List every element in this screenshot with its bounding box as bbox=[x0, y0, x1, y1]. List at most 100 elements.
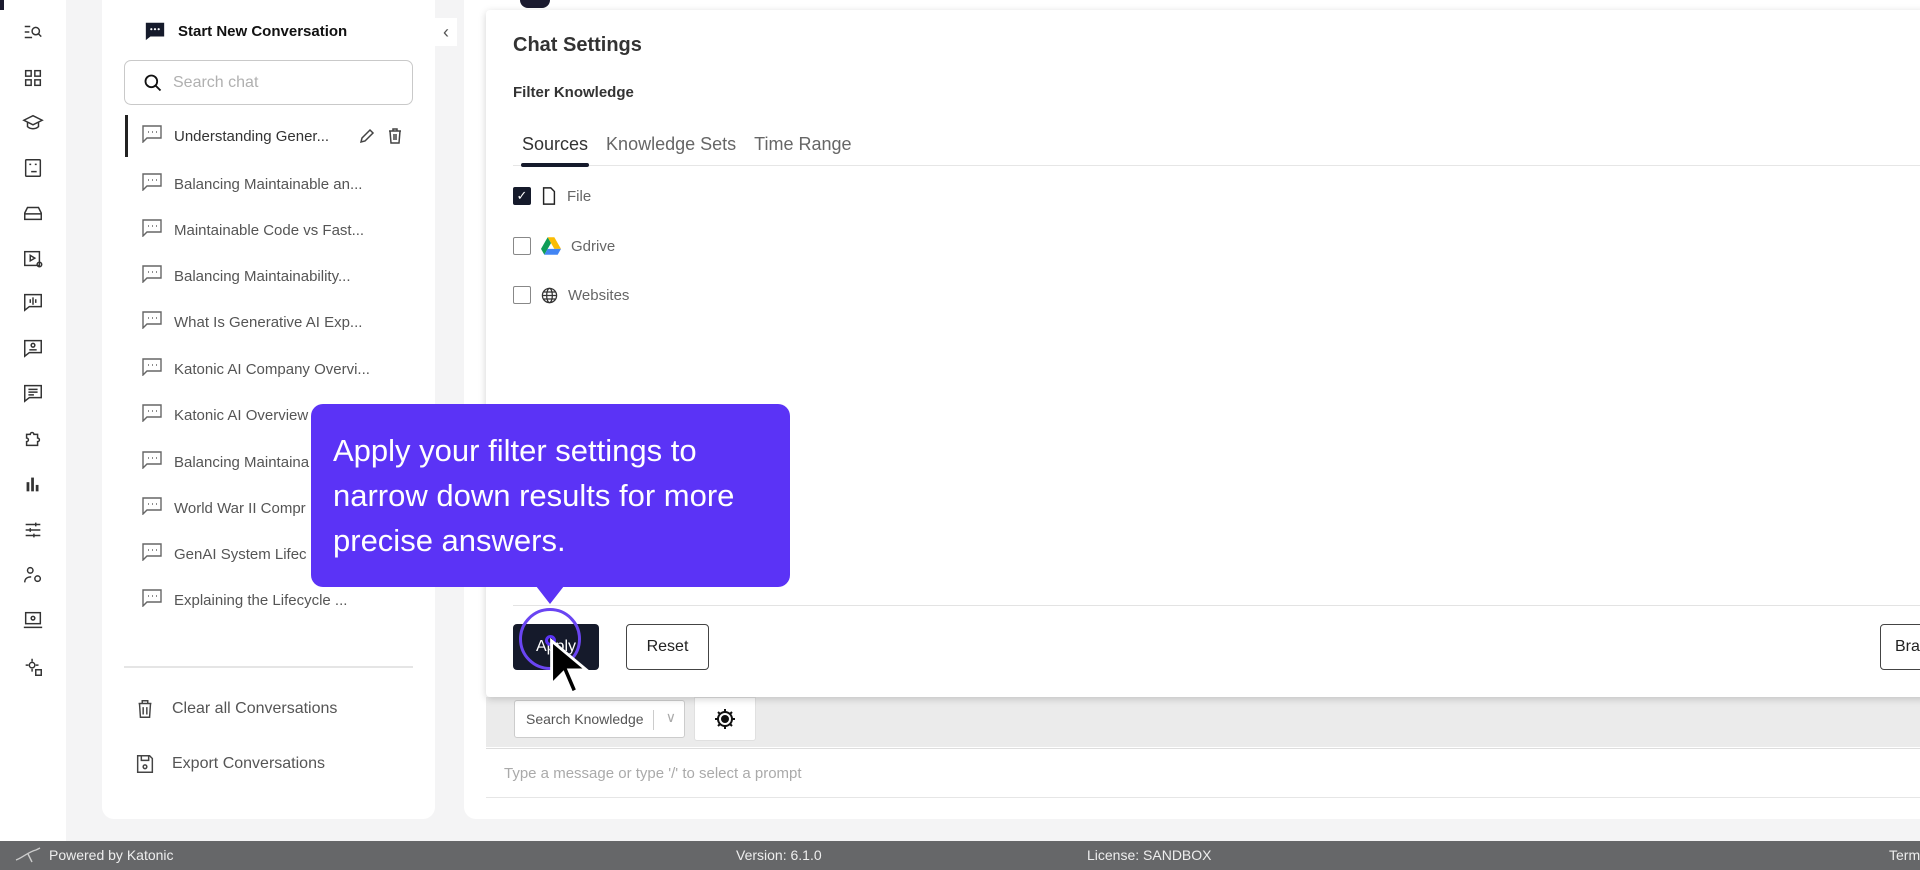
conversation-title: Maintainable Code vs Fast... bbox=[174, 221, 365, 239]
chat-bubble-icon bbox=[142, 219, 162, 241]
list-chat-icon[interactable] bbox=[20, 381, 46, 405]
google-drive-icon bbox=[541, 237, 561, 255]
gdrive-checkbox[interactable] bbox=[513, 237, 531, 255]
grid-icon[interactable] bbox=[20, 66, 46, 90]
new-chat-icon bbox=[145, 22, 165, 41]
user-settings-icon[interactable] bbox=[20, 563, 46, 587]
source-label: Gdrive bbox=[571, 237, 616, 255]
search-chat-box[interactable] bbox=[124, 60, 413, 105]
conversation-title: GenAI System Lifec bbox=[174, 545, 307, 563]
brand-button[interactable]: Bran bbox=[1880, 624, 1920, 670]
collapse-sidebar-button[interactable]: ‹ bbox=[435, 18, 457, 46]
conversation-item[interactable]: Katonic AI Company Overvi... bbox=[142, 354, 370, 384]
conversation-item[interactable]: GenAI System Lifec bbox=[142, 539, 307, 569]
search-icon bbox=[144, 74, 162, 91]
chat-settings-button[interactable] bbox=[694, 697, 756, 741]
trash-icon[interactable] bbox=[387, 128, 403, 144]
conversation-item[interactable]: World War II Compr bbox=[142, 493, 306, 523]
laptop-search-icon[interactable] bbox=[20, 608, 46, 632]
sidebar-divider bbox=[124, 666, 413, 668]
conversation-title: Katonic AI Company Overvi... bbox=[174, 360, 370, 378]
video-settings-icon[interactable] bbox=[20, 247, 46, 271]
save-icon bbox=[136, 755, 154, 773]
chat-bubble-icon bbox=[142, 404, 162, 426]
tab-time-range[interactable]: Time Range bbox=[754, 134, 851, 166]
file-checkbox[interactable]: ✓ bbox=[513, 187, 531, 205]
gear-icon bbox=[715, 709, 735, 729]
search-knowledge-select[interactable]: Search Knowledge ∨ bbox=[514, 700, 685, 738]
conversation-item[interactable]: Explaining the Lifecycle ... bbox=[142, 585, 347, 615]
conversation-title: Balancing Maintainability... bbox=[174, 267, 351, 285]
search-knowledge-label: Search Knowledge bbox=[526, 711, 644, 727]
start-new-conversation-button[interactable]: Start New Conversation bbox=[144, 20, 347, 42]
dashboard-link-icon[interactable] bbox=[20, 156, 46, 180]
conversation-title: Explaining the Lifecycle ... bbox=[174, 591, 348, 609]
chat-settings-modal: Chat Settings Filter Knowledge Sources K… bbox=[486, 10, 1920, 697]
edit-icon[interactable] bbox=[359, 128, 375, 144]
chat-bubble-icon bbox=[142, 311, 162, 333]
conversation-item[interactable]: Katonic AI Overview bbox=[142, 400, 308, 430]
export-conversations-button[interactable]: Export Conversations bbox=[134, 753, 325, 775]
message-input[interactable] bbox=[486, 749, 1920, 797]
puzzle-icon[interactable] bbox=[20, 426, 46, 450]
conversation-item[interactable]: What Is Generative AI Exp... bbox=[142, 307, 362, 337]
conversation-title: Understanding Gener... bbox=[174, 127, 330, 145]
conversation-item[interactable]: Balancing Maintainable an... bbox=[142, 169, 362, 199]
version: Version: 6.1.0 bbox=[736, 847, 822, 863]
chevron-down-icon: ∨ bbox=[665, 709, 676, 725]
chat-bubble-icon bbox=[142, 173, 162, 195]
chat-bubble-icon bbox=[142, 451, 162, 473]
clear-all-conversations-button[interactable]: Clear all Conversations bbox=[134, 698, 337, 720]
modal-footer-divider bbox=[513, 605, 1920, 606]
source-websites[interactable]: Websites bbox=[513, 286, 629, 304]
voice-chat-icon[interactable] bbox=[20, 290, 46, 314]
onboarding-tooltip: Apply your filter settings to narrow dow… bbox=[311, 404, 790, 604]
source-file[interactable]: ✓ File bbox=[513, 187, 591, 205]
license: License: SANDBOX bbox=[1087, 847, 1212, 863]
modal-title: Chat Settings bbox=[513, 34, 642, 56]
tab-knowledge-sets[interactable]: Knowledge Sets bbox=[606, 134, 736, 166]
toolbox-icon[interactable] bbox=[20, 201, 46, 225]
mouse-cursor-icon bbox=[550, 638, 590, 696]
chat-bubble-icon bbox=[142, 589, 162, 611]
chat-bubble-icon bbox=[142, 125, 162, 147]
conversation-item[interactable]: Balancing Maintainability... bbox=[142, 261, 350, 291]
chat-bubble-icon bbox=[142, 265, 162, 287]
katonic-logo-icon bbox=[15, 847, 41, 863]
message-box[interactable] bbox=[486, 748, 1920, 798]
conversation-item[interactable]: Maintainable Code vs Fast... bbox=[142, 215, 364, 245]
websites-checkbox[interactable] bbox=[513, 286, 531, 304]
source-gdrive[interactable]: Gdrive bbox=[513, 237, 615, 255]
footer-bar: Powered by Katonic Version: 6.1.0 Licens… bbox=[0, 841, 1920, 870]
select-separator bbox=[653, 710, 654, 730]
conversation-item[interactable]: Balancing Maintaina bbox=[142, 447, 309, 477]
filter-tabs: Sources Knowledge Sets Time Range bbox=[513, 134, 1920, 167]
chat-bubble-icon bbox=[142, 497, 162, 519]
search-list-icon[interactable] bbox=[20, 20, 46, 44]
terms-link[interactable]: Term bbox=[1889, 847, 1920, 863]
conversation-title: Balancing Maintaina bbox=[174, 453, 310, 471]
icon-rail bbox=[0, 0, 66, 841]
conversation-item[interactable]: Understanding Gener... bbox=[102, 115, 403, 157]
gear-user-icon[interactable] bbox=[20, 655, 46, 679]
file-icon bbox=[542, 187, 556, 205]
search-chat-input[interactable] bbox=[173, 73, 373, 92]
chat-bubble-icon bbox=[142, 543, 162, 565]
sliders-icon[interactable] bbox=[20, 518, 46, 542]
reset-button[interactable]: Reset bbox=[626, 624, 709, 670]
trash-icon bbox=[138, 700, 152, 718]
bar-chart-icon[interactable] bbox=[20, 472, 46, 496]
export-label: Export Conversations bbox=[172, 755, 325, 772]
chevron-left-icon: ‹ bbox=[443, 21, 449, 42]
avatar bbox=[520, 0, 550, 8]
graduation-cap-icon[interactable] bbox=[20, 111, 46, 135]
conversation-title: Katonic AI Overview bbox=[174, 406, 309, 424]
source-label: File bbox=[567, 187, 592, 205]
conversation-title: World War II Compr bbox=[174, 499, 306, 517]
tab-sources[interactable]: Sources bbox=[520, 134, 590, 167]
conversation-title: Balancing Maintainable an... bbox=[174, 175, 363, 193]
chat-bubble-icon bbox=[142, 358, 162, 380]
filter-knowledge-heading: Filter Knowledge bbox=[513, 84, 634, 101]
start-new-conversation-label: Start New Conversation bbox=[178, 22, 348, 40]
contact-chat-icon[interactable] bbox=[20, 336, 46, 360]
